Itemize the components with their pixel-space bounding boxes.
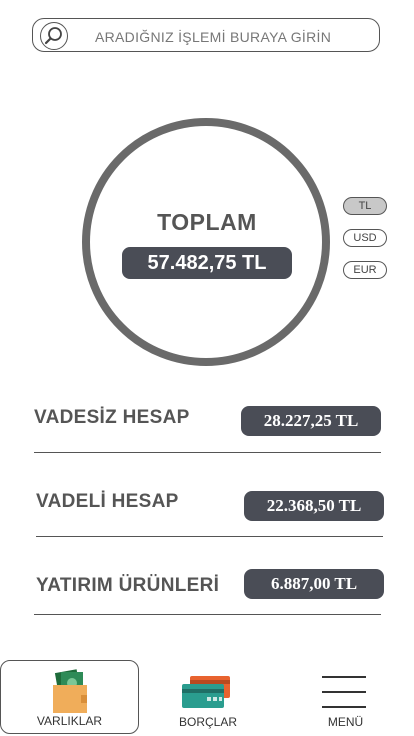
account-value-vadesiz[interactable]: 28.227,25 TL — [241, 406, 381, 436]
account-label-vadeli[interactable]: VADELİ HESAP — [36, 491, 179, 513]
currency-usd-button[interactable]: USD — [343, 229, 387, 247]
total-ring — [82, 118, 330, 366]
search-input[interactable] — [93, 25, 377, 49]
currency-eur-button[interactable]: EUR — [343, 261, 387, 279]
currency-tl-button[interactable]: TL — [343, 197, 387, 215]
account-value-vadeli[interactable]: 22.368,50 TL — [244, 491, 384, 521]
search-icon[interactable] — [40, 22, 68, 50]
account-label-yatirim[interactable]: YATIRIM ÜRÜNLERİ — [36, 575, 219, 597]
tab-varliklar[interactable]: VARLIKLAR — [0, 660, 139, 734]
search-bar[interactable] — [32, 18, 380, 52]
divider — [34, 452, 381, 453]
account-value-yatirim[interactable]: 6.887,00 TL — [244, 569, 384, 599]
tab-label: VARLIKLAR — [36, 714, 103, 728]
divider — [36, 536, 383, 537]
tab-label: BORÇLAR — [178, 715, 237, 729]
tab-menu[interactable]: MENÜ — [277, 660, 414, 734]
credit-cards-icon — [180, 674, 234, 715]
total-amount: 57.482,75 TL — [122, 247, 292, 279]
account-label-vadesiz[interactable]: VADESİZ HESAP — [34, 407, 190, 429]
tab-label: MENÜ — [327, 715, 364, 729]
hamburger-menu-icon — [321, 674, 367, 715]
tab-borclar[interactable]: BORÇLAR — [139, 660, 277, 734]
wallet-icon — [51, 669, 91, 720]
divider — [34, 614, 381, 615]
